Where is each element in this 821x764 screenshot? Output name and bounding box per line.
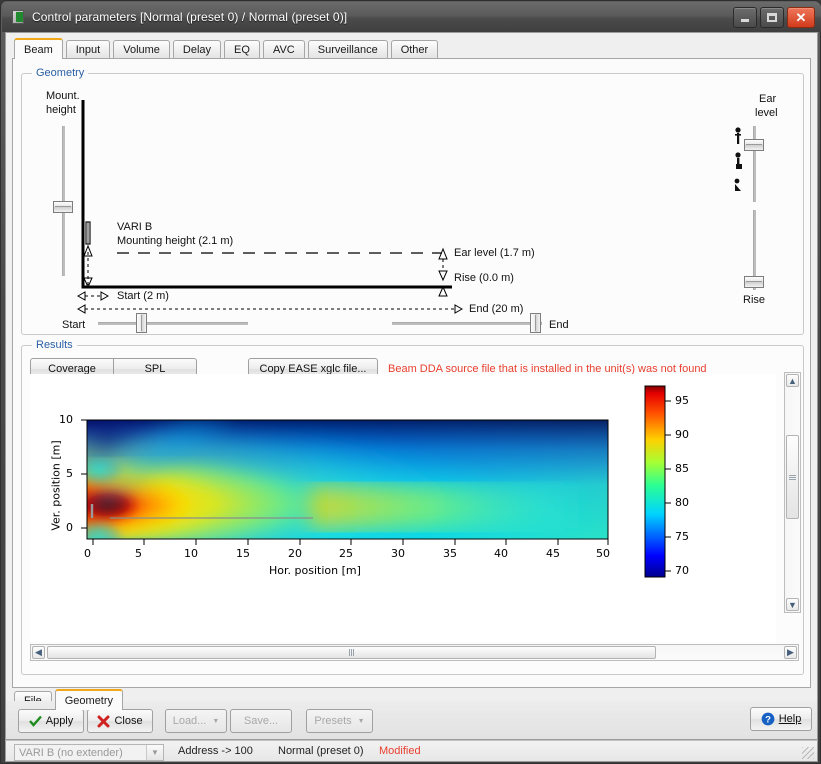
close-button[interactable]: Close xyxy=(87,709,153,733)
slider-thumb[interactable] xyxy=(530,313,541,333)
mounting-height-label: Mounting height (2.1 m) xyxy=(117,235,234,247)
tab-surveillance[interactable]: Surveillance xyxy=(307,40,388,59)
plot-vertical-scrollbar[interactable]: ▲ ▼ xyxy=(784,372,801,613)
xtick-0: 0 xyxy=(84,547,91,560)
maximize-button[interactable] xyxy=(760,7,784,28)
cbar-tick-95: 95 xyxy=(675,394,689,407)
apply-button-label: Apply xyxy=(45,715,74,727)
scroll-left-button[interactable]: ◀ xyxy=(32,646,45,659)
xtick-10: 10 xyxy=(184,547,198,560)
apply-button[interactable]: Apply xyxy=(18,709,84,733)
application-window: Control parameters [Normal (preset 0) / … xyxy=(0,0,821,764)
minimize-button[interactable] xyxy=(733,7,757,28)
chevron-down-icon[interactable]: ▼ xyxy=(146,745,163,760)
coverage-heatmap xyxy=(81,385,671,578)
plot-horizontal-scrollbar[interactable]: ◀ ▶ xyxy=(30,644,799,661)
start-slider[interactable] xyxy=(98,313,248,333)
client-area: Beam Input Volume Delay EQ AVC Surveilla… xyxy=(5,32,818,730)
window-controls: ✕ xyxy=(733,7,815,28)
status-modified: Modified xyxy=(379,745,421,757)
tab-other[interactable]: Other xyxy=(390,40,439,59)
xtick-30: 30 xyxy=(391,547,405,560)
window-title: Control parameters [Normal (preset 0) / … xyxy=(32,10,348,24)
xtick-25: 25 xyxy=(339,547,353,560)
start-value-label: Start (2 m) xyxy=(117,290,169,302)
x-axis-label: Hor. position [m] xyxy=(269,564,361,577)
xtick-5: 5 xyxy=(135,547,142,560)
close-window-button[interactable]: ✕ xyxy=(787,7,815,28)
device-select[interactable]: VARI B (no extender) ▼ xyxy=(14,744,164,761)
slider-track xyxy=(98,322,248,325)
tab-delay[interactable]: Delay xyxy=(172,40,222,59)
ytick-0: 0 xyxy=(66,521,73,534)
y-axis-label: Ver. position [m] xyxy=(49,440,63,531)
spl-coverage-plot: 0 5 10 15 20 25 30 35 40 45 50 0 5 10 Ho… xyxy=(30,374,776,642)
scroll-grip-icon xyxy=(349,649,354,656)
load-button-label: Load... xyxy=(172,715,207,727)
bottom-tab-geometry[interactable]: Geometry xyxy=(54,689,124,710)
tab-avc[interactable]: AVC xyxy=(262,40,305,59)
results-group-title: Results xyxy=(32,339,77,351)
close-button-label: Close xyxy=(114,715,143,727)
tab-beam[interactable]: Beam xyxy=(14,38,63,59)
xtick-20: 20 xyxy=(288,547,302,560)
rise-value-label: Rise (0.0 m) xyxy=(454,272,514,284)
end-slider-label: End xyxy=(549,319,569,331)
status-preset: Normal (preset 0) xyxy=(278,745,364,757)
resize-grip-icon[interactable] xyxy=(802,747,814,759)
x-mark-icon xyxy=(97,715,110,727)
tab-input[interactable]: Input xyxy=(65,40,111,59)
cbar-tick-85: 85 xyxy=(675,462,689,475)
main-tab-strip: Beam Input Volume Delay EQ AVC Surveilla… xyxy=(14,38,441,59)
vertical-scroll-thumb[interactable] xyxy=(786,435,799,519)
ytick-10: 10 xyxy=(59,413,73,426)
close-icon: ✕ xyxy=(795,10,807,25)
load-button[interactable]: Load... ▼ xyxy=(165,709,227,733)
cbar-tick-80: 80 xyxy=(675,496,689,509)
xtick-15: 15 xyxy=(236,547,250,560)
xtick-50: 50 xyxy=(596,547,610,560)
footer-bar: Apply Close Load... ▼ Save... Presets ▼ … xyxy=(5,701,818,740)
slider-thumb[interactable] xyxy=(136,313,147,333)
scroll-up-button[interactable]: ▲ xyxy=(786,374,799,387)
end-slider[interactable] xyxy=(392,313,542,333)
title-bar[interactable]: Control parameters [Normal (preset 0) / … xyxy=(2,2,821,32)
xtick-35: 35 xyxy=(443,547,457,560)
cbar-tick-90: 90 xyxy=(675,428,689,441)
status-bar: VARI B (no extender) ▼ Address -> 100 No… xyxy=(5,740,818,762)
presets-button[interactable]: Presets ▼ xyxy=(306,709,373,733)
help-icon: ? xyxy=(761,712,775,726)
chevron-down-icon: ▼ xyxy=(212,717,220,725)
geometry-group: Geometry Mount. height Ear level Rise VA… xyxy=(21,67,804,335)
chevron-down-icon: ▼ xyxy=(357,717,365,725)
help-button-label: Help xyxy=(778,713,802,725)
tab-eq[interactable]: EQ xyxy=(224,40,260,59)
status-address: Address -> 100 xyxy=(178,745,253,757)
cbar-tick-70: 70 xyxy=(675,564,689,577)
scroll-down-button[interactable]: ▼ xyxy=(786,598,799,611)
device-select-value: VARI B (no extender) xyxy=(19,746,123,759)
xtick-45: 45 xyxy=(546,547,560,560)
presets-button-label: Presets xyxy=(314,715,352,727)
start-slider-label: Start xyxy=(62,319,86,331)
svg-text:?: ? xyxy=(765,715,771,726)
device-name-label: VARI B xyxy=(117,221,153,233)
cbar-tick-75: 75 xyxy=(675,530,689,543)
scroll-right-button[interactable]: ▶ xyxy=(784,646,797,659)
xtick-40: 40 xyxy=(494,547,508,560)
slider-track xyxy=(392,322,542,325)
check-icon xyxy=(28,715,42,727)
horizontal-scroll-thumb[interactable] xyxy=(47,646,656,659)
scroll-grip-icon xyxy=(789,474,796,480)
beam-tab-page: Geometry Mount. height Ear level Rise VA… xyxy=(12,58,811,688)
results-group: Results Coverage SPL Copy EASE xglc file… xyxy=(21,339,804,675)
tab-volume[interactable]: Volume xyxy=(113,40,170,59)
save-button[interactable]: Save... xyxy=(230,709,292,733)
ytick-5: 5 xyxy=(66,467,73,480)
ear-level-value-label: Ear level (1.7 m) xyxy=(454,247,535,259)
help-button[interactable]: ? Help xyxy=(750,707,812,731)
speaker-icon xyxy=(10,9,26,25)
